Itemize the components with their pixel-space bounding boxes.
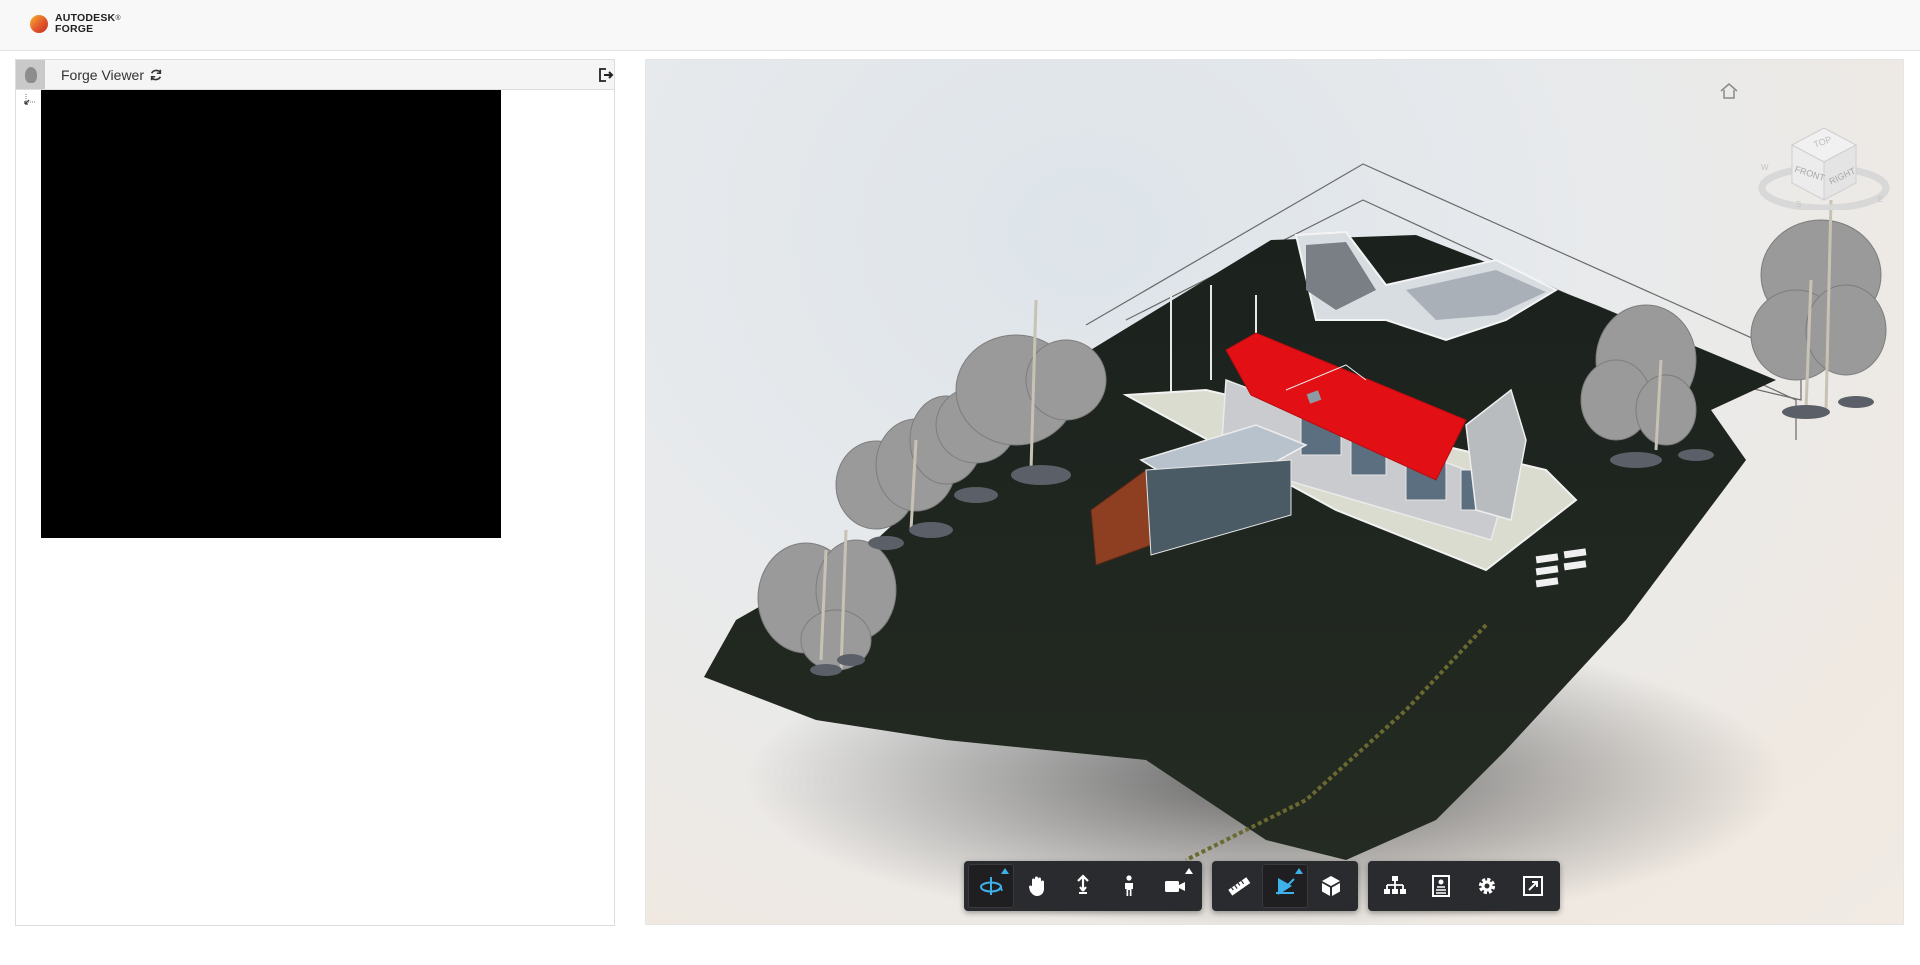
dolly-icon [1077,874,1089,894]
model-browser-button[interactable] [1372,864,1418,908]
settings-button[interactable] [1464,864,1510,908]
settings-tools [1368,861,1560,911]
fullscreen-button[interactable] [1510,864,1556,908]
orbit-icon [980,877,1003,895]
logout-icon[interactable] [598,67,614,83]
viewer-toolbar [964,861,1560,911]
panel-title: Forge Viewer [61,66,145,83]
camera-flyout-indicator[interactable] [1185,868,1193,874]
compass-south[interactable]: S [1796,200,1801,209]
tree-expand-icon[interactable] [24,94,36,106]
camera-icon [1165,881,1185,892]
section-flyout-indicator[interactable] [1295,868,1303,874]
explode-cube-icon [1322,876,1340,896]
fullscreen-icon [1523,876,1543,896]
forge-3d-viewer[interactable]: TOP FRONT RIGHT W S E [645,59,1904,925]
camera-button[interactable] [1152,864,1198,908]
autodesk-forge-logo[interactable]: AUTODESK® FORGE [30,13,121,35]
orbit-button[interactable] [968,864,1014,908]
pan-hand-icon [1029,876,1044,896]
orbit-flyout-indicator[interactable] [1001,868,1009,874]
model-thumbnail-canvas [41,90,501,538]
user-avatar-icon[interactable] [16,60,45,89]
3d-model-scene[interactable] [646,60,1904,925]
home-icon[interactable] [1718,80,1740,102]
brand-line-2: FORGE [55,23,94,35]
top-navbar: AUTODESK® FORGE [0,0,1920,51]
dolly-button[interactable] [1060,864,1106,908]
pan-button[interactable] [1014,864,1060,908]
compass-east[interactable]: E [1878,195,1883,204]
compass-west[interactable]: W [1761,163,1769,172]
model-browser-tree-icon [1384,876,1406,894]
viewcube[interactable]: TOP FRONT RIGHT W S E [1756,100,1892,210]
first-person-button[interactable] [1106,864,1152,908]
forge-logo-icon [30,15,48,33]
first-person-icon [1125,875,1133,896]
panel-header: Forge Viewer [16,60,614,90]
left-panel: Forge Viewer [15,59,615,926]
measure-button[interactable] [1216,864,1262,908]
section-button[interactable] [1262,864,1308,908]
section-plane-icon [1276,878,1295,895]
model-tree-area [16,90,614,925]
refresh-icon[interactable] [149,68,163,82]
brand-trademark: ® [115,15,121,22]
gear-icon [1478,877,1496,895]
properties-button[interactable] [1418,864,1464,908]
explode-button[interactable] [1308,864,1354,908]
measure-ruler-icon [1228,877,1251,896]
trees-right [1580,219,1887,446]
navigation-tools [964,861,1202,911]
properties-icon [1432,875,1450,897]
modeling-tools [1212,861,1358,911]
